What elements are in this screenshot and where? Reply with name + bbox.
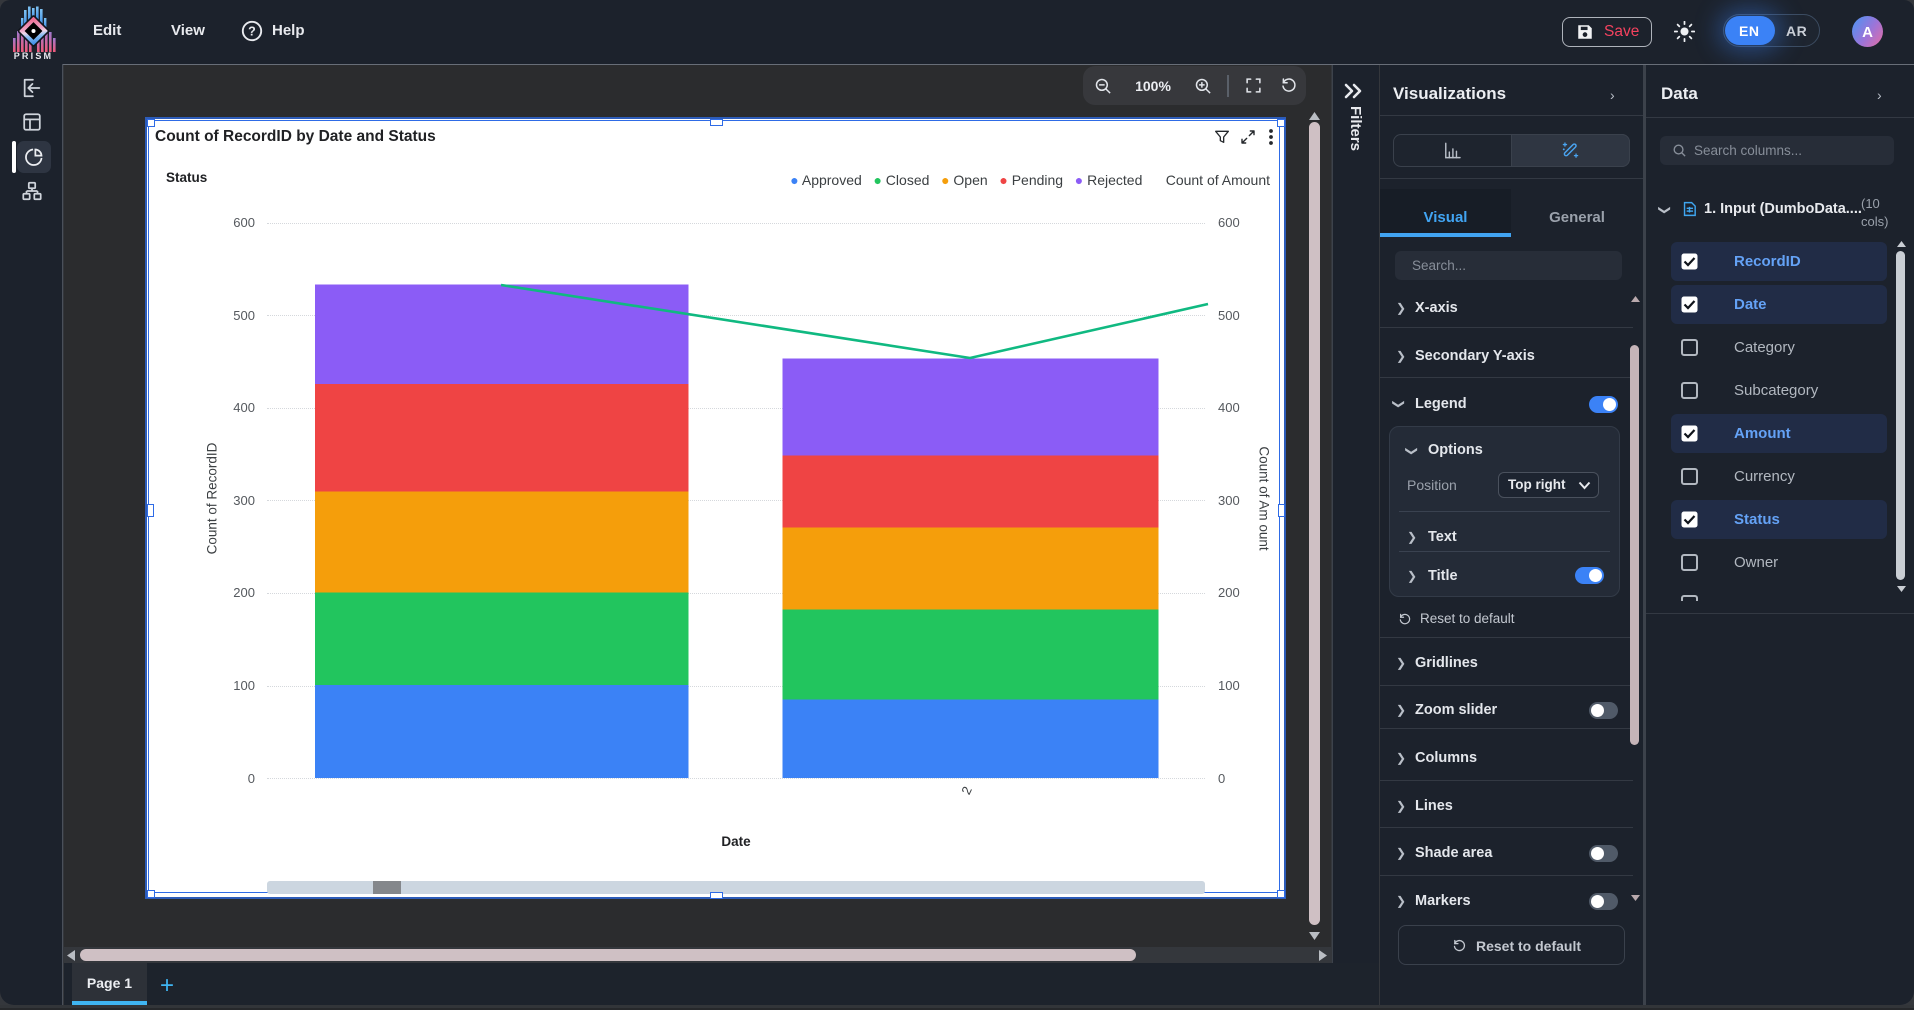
svg-text:?: ? <box>248 25 256 39</box>
svg-text:PRISM: PRISM <box>14 51 54 61</box>
